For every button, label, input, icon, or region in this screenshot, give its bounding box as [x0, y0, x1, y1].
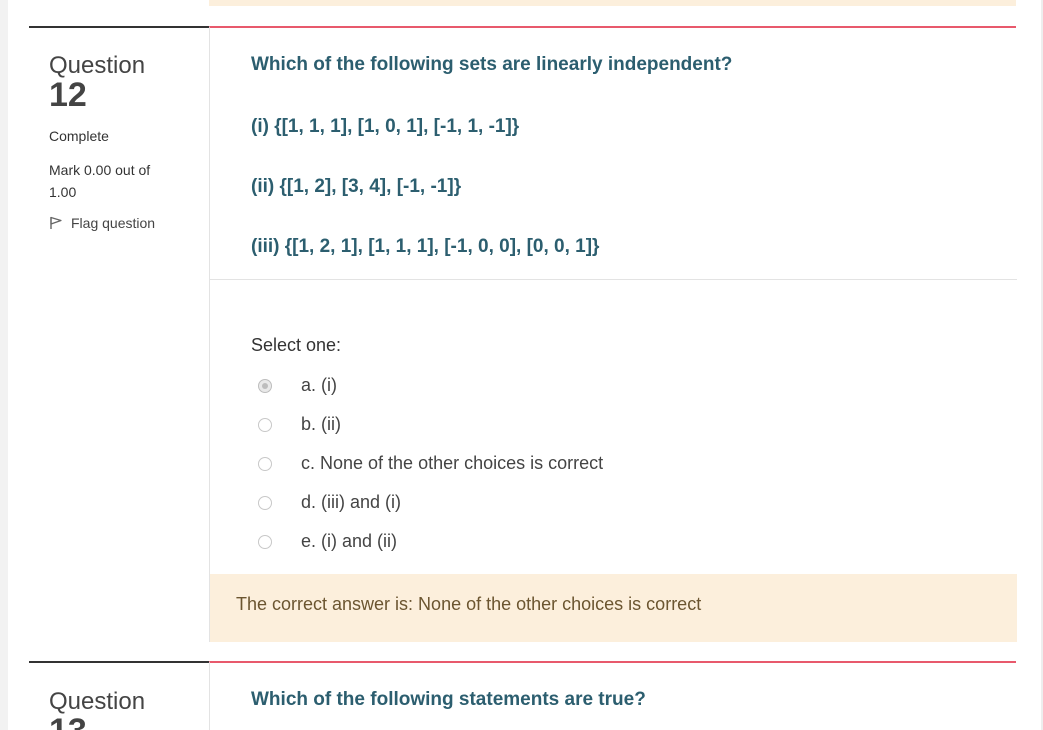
answer-option-c[interactable]: c. None of the other choices is correct [258, 444, 603, 483]
answer-option-e[interactable]: e. (i) and (ii) [258, 522, 603, 561]
question-info: Question 13 [29, 661, 209, 730]
set-item: (i) {[1, 1, 1], [1, 0, 1], [-1, 1, -1]} [251, 116, 520, 137]
question-number: 13 [49, 714, 87, 730]
flag-question-link[interactable]: Flag question [49, 215, 155, 231]
option-label: d. (iii) and (i) [301, 492, 402, 512]
option-label: b. (ii) [301, 414, 341, 434]
radio-button[interactable] [258, 417, 272, 432]
question-info: Question 12 Complete Mark 0.00 out of 1.… [29, 26, 209, 644]
divider [210, 279, 1017, 280]
radio-button[interactable] [258, 378, 272, 393]
answer-option-d[interactable]: d. (iii) and (i) [258, 483, 603, 522]
radio-button[interactable] [258, 456, 272, 471]
question-content: Which of the following sets are linearly… [209, 26, 1017, 642]
question-text: Which of the following sets are linearly… [251, 54, 733, 75]
feedback-box: The correct answer is: None of the other… [210, 574, 1017, 642]
question-content: Which of the following statements are tr… [209, 661, 1016, 730]
set-item: (iii) {[1, 2, 1], [1, 1, 1], [-1, 0, 0],… [251, 236, 600, 257]
radio-button[interactable] [258, 534, 272, 549]
option-label: e. (i) and (ii) [301, 531, 398, 551]
answer-option-a[interactable]: a. (i) [258, 366, 603, 405]
question-grade: Mark 0.00 out of 1.00 [49, 162, 151, 200]
correct-answer-text: The correct answer is: None of the other… [236, 594, 702, 614]
answer-options: a. (i) b. (ii) c. None of the other choi… [258, 366, 603, 561]
question-number: 12 [49, 76, 87, 114]
option-label: c. None of the other choices is correct [301, 453, 604, 473]
select-one-prompt: Select one: [251, 335, 342, 355]
answer-option-b[interactable]: b. (ii) [258, 405, 603, 444]
question-block: Question 12 Complete Mark 0.00 out of 1.… [29, 26, 1017, 644]
question-text: Which of the following statements are tr… [251, 689, 646, 710]
question-block: Question 13 Which of the following state… [29, 661, 1016, 730]
left-gutter [0, 0, 8, 730]
radio-button[interactable] [258, 495, 272, 510]
previous-question-feedback [209, 0, 1016, 6]
flag-question-label: Flag question [71, 215, 156, 231]
question-state: Complete [49, 128, 109, 144]
quiz-review-page: Question 12 Complete Mark 0.00 out of 1.… [0, 0, 1043, 730]
option-label: a. (i) [301, 375, 337, 395]
set-item: (ii) {[1, 2], [3, 4], [-1, -1]} [251, 176, 462, 197]
flag-icon [50, 216, 62, 229]
